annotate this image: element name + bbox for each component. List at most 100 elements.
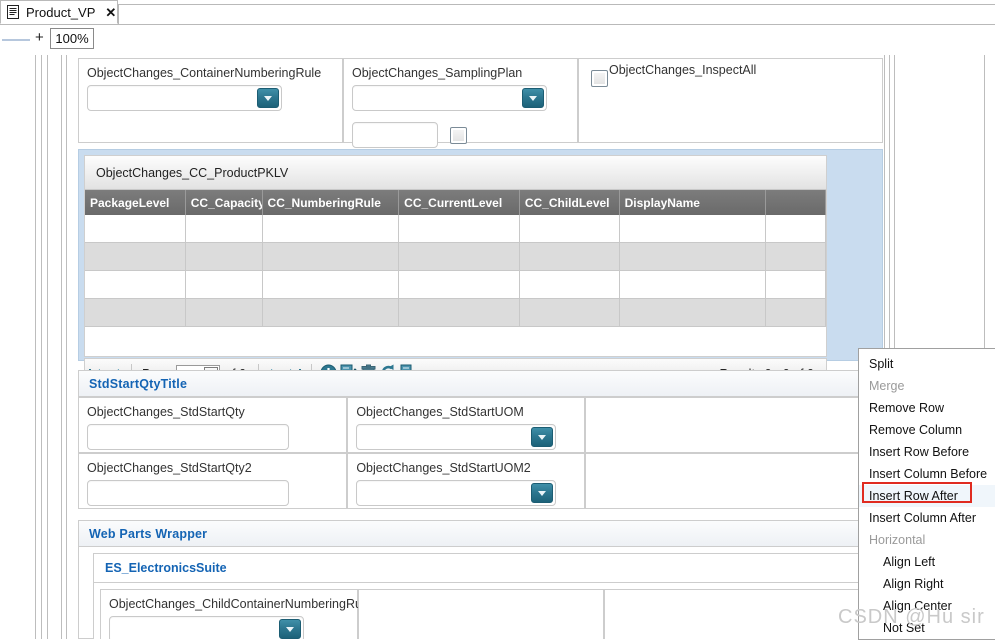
std-start-qty2-input[interactable] bbox=[87, 480, 289, 506]
table-cell[interactable] bbox=[85, 243, 186, 271]
zoom-slider[interactable] bbox=[2, 38, 30, 42]
field-label: ObjectChanges_ChildContainerNumberingRul… bbox=[109, 597, 372, 611]
sampling-plan-checkbox[interactable] bbox=[450, 127, 467, 144]
zoom-in-button[interactable]: + bbox=[35, 30, 44, 45]
table-row[interactable] bbox=[85, 299, 827, 327]
container-numbering-rule-dropdown[interactable] bbox=[87, 85, 282, 111]
grid-column-header[interactable]: PackageLevel bbox=[85, 190, 186, 215]
ruler-line-4 bbox=[61, 55, 62, 639]
table-cell[interactable] bbox=[262, 243, 400, 271]
grid-column-header[interactable]: CC_ChildLevel bbox=[520, 190, 620, 215]
table-cell[interactable] bbox=[85, 215, 186, 243]
context-menu[interactable]: Split Merge Remove Row Remove Column Insert … bbox=[858, 348, 995, 640]
grid-body bbox=[85, 215, 827, 327]
menu-item-insert-row-after[interactable]: Insert Row After bbox=[859, 485, 995, 507]
chevron-down-icon[interactable] bbox=[531, 483, 554, 503]
menu-item-insert-column-before[interactable]: Insert Column Before bbox=[859, 463, 995, 485]
sampling-plan-text-input[interactable] bbox=[352, 122, 438, 148]
field-std-start-uom2: ObjectChanges_StdStartUOM2 bbox=[347, 453, 585, 509]
grid-column-header[interactable]: CC_NumberingRule bbox=[263, 190, 400, 215]
table-row[interactable] bbox=[85, 215, 827, 243]
table-cell[interactable] bbox=[185, 271, 263, 299]
table-cell[interactable] bbox=[619, 215, 767, 243]
menu-item-insert-column-after[interactable]: Insert Column After bbox=[859, 507, 995, 529]
table-row[interactable] bbox=[85, 271, 827, 299]
menu-item-split[interactable]: Split bbox=[859, 353, 995, 375]
table-cell[interactable] bbox=[766, 299, 827, 327]
web-parts-wrapper-title: Web Parts Wrapper bbox=[89, 526, 208, 541]
std-start-uom-dropdown[interactable] bbox=[356, 424, 557, 450]
menu-item-align-left[interactable]: Align Left bbox=[859, 551, 995, 573]
grid-panel: ObjectChanges_CC_ProductPKLV PackageLeve… bbox=[78, 149, 883, 390]
field-sampling-plan: ObjectChanges_SamplingPlan bbox=[343, 58, 578, 148]
table-cell[interactable] bbox=[519, 215, 620, 243]
child-container-field-row: ObjectChanges_ChildContainerNumberingRul… bbox=[100, 589, 860, 639]
field-std-start-qty: ObjectChanges_StdStartQty bbox=[78, 397, 348, 453]
field-label: ObjectChanges_StdStartUOM bbox=[356, 405, 524, 419]
table-cell[interactable] bbox=[519, 243, 620, 271]
table-cell[interactable] bbox=[619, 299, 767, 327]
table-cell[interactable] bbox=[185, 215, 263, 243]
field-child-spacer-1 bbox=[358, 589, 604, 639]
std-start-qty-header: StdStartQtyTitle bbox=[78, 370, 883, 397]
chevron-down-icon[interactable] bbox=[279, 619, 301, 639]
field-child-container-numbering-rule: ObjectChanges_ChildContainerNumberingRul… bbox=[100, 589, 372, 639]
std-start-qty-title: StdStartQtyTitle bbox=[89, 376, 188, 391]
table-cell[interactable] bbox=[262, 299, 400, 327]
menu-item-remove-row[interactable]: Remove Row bbox=[859, 397, 995, 419]
grid-column-header[interactable]: CC_CurrentLevel bbox=[399, 190, 520, 215]
field-std-start-qty2: ObjectChanges_StdStartQty2 bbox=[78, 453, 348, 509]
chevron-down-icon[interactable] bbox=[257, 88, 279, 108]
chevron-down-icon[interactable] bbox=[531, 427, 554, 447]
tab-label: Product_VP bbox=[26, 4, 96, 20]
menu-item-merge: Merge bbox=[869, 379, 905, 393]
table-cell[interactable] bbox=[766, 271, 827, 299]
std-start-uom2-dropdown[interactable] bbox=[356, 480, 557, 506]
table-cell[interactable] bbox=[399, 271, 520, 299]
watermark: CSDN @Hu sir bbox=[838, 606, 985, 628]
field-label: ObjectChanges_InspectAll bbox=[609, 63, 757, 77]
grid-column-header[interactable]: CC_Capacity bbox=[186, 190, 263, 215]
field-label: ObjectChanges_StdStartUOM2 bbox=[356, 461, 531, 475]
tab-product-vp[interactable]: Product_VP ✕ bbox=[0, 0, 118, 24]
table-row[interactable] bbox=[85, 243, 827, 271]
inspect-all-checkbox[interactable] bbox=[591, 70, 608, 87]
table-cell[interactable] bbox=[185, 243, 263, 271]
menu-item-align-right[interactable]: Align Right bbox=[859, 573, 995, 595]
grid-column-header[interactable]: DisplayName bbox=[620, 190, 767, 215]
menu-item-remove-column[interactable]: Remove Column bbox=[859, 419, 995, 441]
menu-item-insert-row-before[interactable]: Insert Row Before bbox=[859, 441, 995, 463]
table-cell[interactable] bbox=[85, 299, 186, 327]
field-label: ObjectChanges_StdStartQty2 bbox=[87, 461, 252, 475]
table-cell[interactable] bbox=[519, 271, 620, 299]
table-cell[interactable] bbox=[766, 243, 827, 271]
table-cell[interactable] bbox=[399, 243, 520, 271]
design-canvas: ObjectChanges_ContainerNumberingRule Obj… bbox=[0, 55, 995, 639]
ruler-line-5 bbox=[66, 55, 67, 639]
field-label: ObjectChanges_SamplingPlan bbox=[352, 66, 523, 80]
tab-close-icon[interactable]: ✕ bbox=[105, 6, 116, 19]
tab-strip-empty-area bbox=[118, 4, 995, 24]
table-cell[interactable] bbox=[399, 299, 520, 327]
zoom-level-input[interactable]: 100% bbox=[50, 28, 94, 49]
table-cell[interactable] bbox=[766, 215, 827, 243]
table-cell[interactable] bbox=[185, 299, 263, 327]
table-cell[interactable] bbox=[519, 299, 620, 327]
table-cell[interactable] bbox=[619, 243, 767, 271]
table-cell[interactable] bbox=[262, 271, 400, 299]
grid-title-bar: ObjectChanges_CC_ProductPKLV bbox=[85, 156, 826, 190]
std-start-qty-input[interactable] bbox=[87, 424, 289, 450]
sampling-plan-dropdown[interactable] bbox=[352, 85, 547, 111]
grid-column-header[interactable] bbox=[766, 190, 826, 215]
field-label: ObjectChanges_ContainerNumberingRule bbox=[87, 66, 322, 80]
table-cell[interactable] bbox=[262, 215, 400, 243]
table-cell[interactable] bbox=[85, 271, 186, 299]
data-grid: ObjectChanges_CC_ProductPKLV PackageLeve… bbox=[84, 155, 827, 357]
menu-item-horizontal: Horizontal bbox=[869, 533, 926, 547]
ruler-line-3 bbox=[47, 55, 48, 639]
table-cell[interactable] bbox=[399, 215, 520, 243]
web-parts-wrapper-header: Web Parts Wrapper bbox=[78, 520, 883, 547]
table-cell[interactable] bbox=[619, 271, 767, 299]
chevron-down-icon[interactable] bbox=[522, 88, 544, 108]
child-container-numbering-rule-dropdown[interactable] bbox=[109, 616, 304, 639]
